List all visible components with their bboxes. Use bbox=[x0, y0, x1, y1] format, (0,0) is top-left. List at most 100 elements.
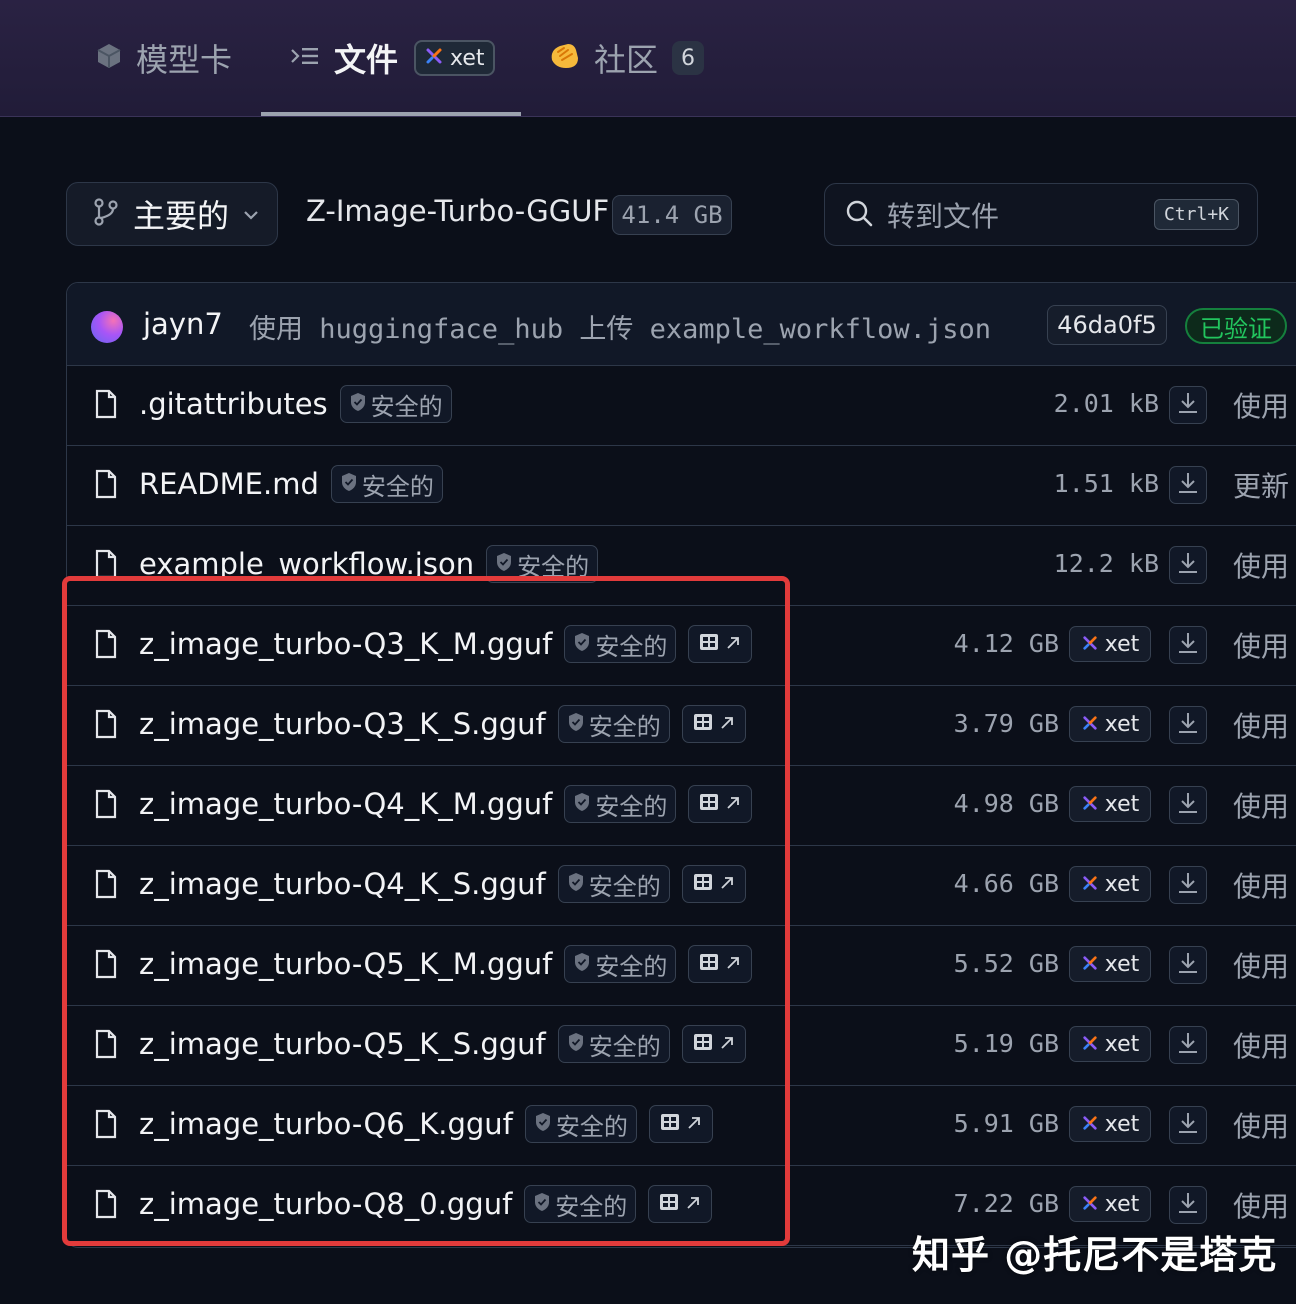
xet-icon bbox=[1081, 872, 1099, 897]
download-icon bbox=[1177, 871, 1199, 899]
file-name-link[interactable]: .gitattributes bbox=[139, 387, 328, 421]
last-commit-action[interactable]: 使用 bbox=[1233, 865, 1289, 905]
tab-files[interactable]: 文件 xet bbox=[290, 0, 495, 116]
shield-icon bbox=[495, 550, 513, 578]
download-icon bbox=[1177, 951, 1199, 979]
xet-label: xet bbox=[1104, 951, 1140, 977]
download-button[interactable] bbox=[1169, 706, 1207, 744]
tab-community[interactable]: 社区 6 bbox=[548, 0, 705, 116]
security-label: 安全的 bbox=[370, 392, 443, 421]
download-button[interactable] bbox=[1169, 866, 1207, 904]
branch-selector[interactable]: 主要的 bbox=[66, 182, 278, 246]
last-commit-action[interactable]: 使用 bbox=[1233, 545, 1289, 585]
download-button[interactable] bbox=[1169, 386, 1207, 424]
chevron-down-icon bbox=[243, 205, 259, 224]
file-size: 2.01 kB bbox=[1053, 389, 1159, 418]
download-button[interactable] bbox=[1169, 466, 1207, 504]
file-icon bbox=[95, 469, 117, 503]
download-icon bbox=[1177, 1111, 1199, 1139]
xet-storage-badge[interactable]: xet bbox=[1069, 1026, 1151, 1062]
last-commit-action[interactable]: 使用 bbox=[1233, 385, 1289, 425]
last-commit-row: jayn7 使用 huggingface_hub 上传 example_work… bbox=[67, 283, 1296, 366]
download-icon bbox=[1177, 791, 1199, 819]
file-search-input[interactable]: 转到文件 Ctrl+K bbox=[824, 183, 1258, 246]
commit-hash[interactable]: 46da0f5 bbox=[1047, 305, 1167, 345]
download-button[interactable] bbox=[1169, 1026, 1207, 1064]
last-commit-action[interactable]: 使用 bbox=[1233, 625, 1289, 665]
highlight-box bbox=[62, 576, 790, 1246]
verified-badge: 已验证 bbox=[1185, 308, 1287, 344]
download-button[interactable] bbox=[1169, 546, 1207, 584]
search-placeholder: 转到文件 bbox=[887, 199, 1000, 233]
file-size: 4.12 GB bbox=[953, 629, 1059, 658]
cube-icon bbox=[96, 42, 122, 74]
commit-author[interactable]: jayn7 bbox=[143, 307, 223, 341]
repo-size-badge: 41.4 GB bbox=[612, 195, 732, 235]
download-button[interactable] bbox=[1169, 946, 1207, 984]
xet-icon bbox=[1081, 632, 1099, 657]
file-size: 3.79 GB bbox=[953, 709, 1059, 738]
file-size: 7.22 GB bbox=[953, 1189, 1059, 1218]
last-commit-action[interactable]: 使用 bbox=[1233, 945, 1289, 985]
file-icon bbox=[95, 389, 117, 423]
file-size: 5.52 GB bbox=[953, 949, 1059, 978]
xet-label: xet bbox=[1104, 791, 1140, 817]
xet-storage-badge[interactable]: xet bbox=[1069, 626, 1151, 662]
xet-storage-badge[interactable]: xet bbox=[1069, 866, 1151, 902]
hands-icon bbox=[548, 40, 582, 76]
download-button[interactable] bbox=[1169, 1106, 1207, 1144]
tab-label: 社区 bbox=[594, 41, 659, 79]
tab-label: 模型卡 bbox=[136, 41, 233, 79]
xet-storage-badge[interactable]: xet bbox=[1069, 1106, 1151, 1142]
last-commit-action[interactable]: 使用 bbox=[1233, 1185, 1289, 1225]
download-icon bbox=[1177, 391, 1199, 419]
xet-icon bbox=[1081, 712, 1099, 737]
download-icon bbox=[1177, 631, 1199, 659]
shield-icon bbox=[340, 470, 358, 498]
file-size: 5.19 GB bbox=[953, 1029, 1059, 1058]
tab-label: 文件 bbox=[334, 41, 399, 79]
discussion-count-badge: 6 bbox=[672, 41, 705, 75]
xet-label: xet bbox=[1104, 871, 1140, 897]
tab-model-card[interactable]: 模型卡 bbox=[96, 0, 232, 116]
xet-label: xet bbox=[1104, 631, 1140, 657]
xet-storage-badge[interactable]: xet bbox=[1069, 1186, 1151, 1222]
xet-label: xet bbox=[1104, 711, 1140, 737]
file-entry: .gitattributes 安全的 bbox=[139, 385, 452, 423]
file-name-link[interactable]: README.md bbox=[139, 467, 319, 501]
xet-badge-label: xet bbox=[450, 45, 485, 71]
watermark: 知乎 @托尼不是塔克 bbox=[912, 1233, 1278, 1277]
xet-storage-badge[interactable]: xet bbox=[1069, 946, 1151, 982]
file-entry: README.md 安全的 bbox=[139, 465, 443, 503]
xet-storage-badge[interactable]: xet bbox=[1069, 706, 1151, 742]
file-row[interactable]: .gitattributes 安全的 2.01 kB 使用 bbox=[67, 365, 1296, 446]
xet-storage-badge[interactable]: xet bbox=[1069, 786, 1151, 822]
avatar[interactable] bbox=[91, 311, 123, 343]
file-size: 1.51 kB bbox=[1053, 469, 1159, 498]
xet-icon bbox=[1081, 952, 1099, 977]
xet-label: xet bbox=[1104, 1191, 1140, 1217]
file-size: 4.66 GB bbox=[953, 869, 1059, 898]
xet-icon bbox=[1081, 1032, 1099, 1057]
commit-message[interactable]: 使用 huggingface_hub 上传 example_workflow.j… bbox=[249, 307, 991, 346]
download-button[interactable] bbox=[1169, 786, 1207, 824]
download-icon bbox=[1177, 551, 1199, 579]
last-commit-action[interactable]: 使用 bbox=[1233, 1105, 1289, 1145]
last-commit-action[interactable]: 使用 bbox=[1233, 785, 1289, 825]
download-button[interactable] bbox=[1169, 626, 1207, 664]
file-row[interactable]: README.md 安全的 1.51 kB 更新 bbox=[67, 445, 1296, 526]
security-label: 安全的 bbox=[361, 472, 434, 501]
download-icon bbox=[1177, 1191, 1199, 1219]
security-scan-badge[interactable]: 安全的 bbox=[339, 385, 452, 423]
last-commit-action[interactable]: 更新 bbox=[1233, 465, 1289, 505]
last-commit-action[interactable]: 使用 bbox=[1233, 705, 1289, 745]
download-icon bbox=[1177, 1031, 1199, 1059]
shield-icon bbox=[349, 390, 367, 418]
security-scan-badge[interactable]: 安全的 bbox=[330, 465, 443, 503]
xet-badge: xet bbox=[414, 40, 495, 76]
xet-label: xet bbox=[1104, 1111, 1140, 1137]
xet-icon bbox=[424, 46, 444, 71]
download-button[interactable] bbox=[1169, 1186, 1207, 1224]
last-commit-action[interactable]: 使用 bbox=[1233, 1025, 1289, 1065]
branch-label: 主要的 bbox=[133, 197, 230, 235]
